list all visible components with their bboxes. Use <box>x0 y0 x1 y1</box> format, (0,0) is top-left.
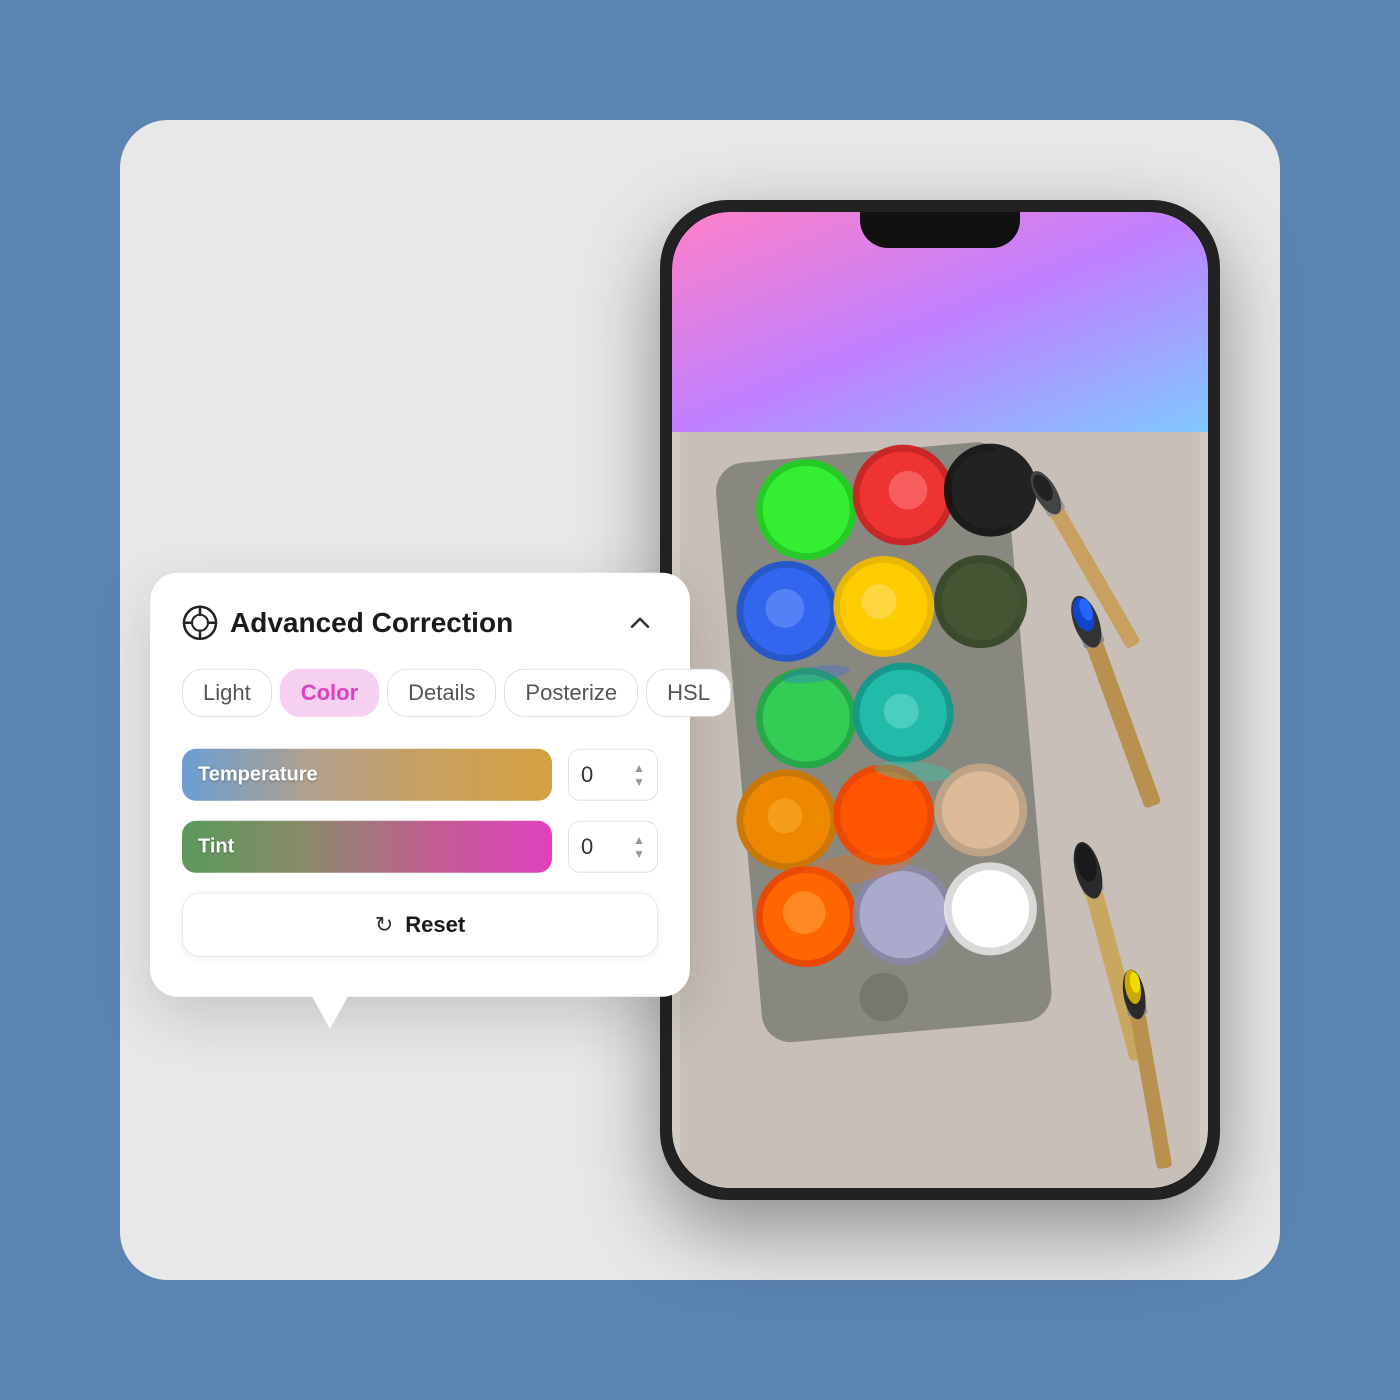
temperature-label: Temperature <box>198 763 318 786</box>
tab-light[interactable]: Light <box>182 669 272 717</box>
temperature-slider-row: Temperature 0 ▲ ▼ <box>182 749 658 801</box>
tab-posterize[interactable]: Posterize <box>504 669 638 717</box>
reset-button[interactable]: ↻ Reset <box>182 893 658 957</box>
phone-content <box>672 432 1208 1188</box>
tint-slider-row: Tint 0 ▲ ▼ <box>182 821 658 873</box>
correction-icon <box>182 605 218 641</box>
tint-value-box: 0 ▲ ▼ <box>568 821 658 873</box>
phone-mockup <box>660 200 1220 1200</box>
panel-title-group: Advanced Correction <box>182 605 513 641</box>
collapse-button[interactable] <box>622 605 658 641</box>
tab-hsl[interactable]: HSL <box>646 669 731 717</box>
tint-label: Tint <box>198 835 234 858</box>
tab-details[interactable]: Details <box>387 669 496 717</box>
correction-panel: Advanced Correction Light Color Details … <box>150 573 690 997</box>
panel-title: Advanced Correction <box>230 607 513 639</box>
tint-up-arrow[interactable]: ▲ <box>633 834 645 846</box>
tab-color[interactable]: Color <box>280 669 379 717</box>
temperature-slider-track[interactable]: Temperature <box>182 749 552 801</box>
temperature-up-arrow[interactable]: ▲ <box>633 762 645 774</box>
main-card: Advanced Correction Light Color Details … <box>120 120 1280 1280</box>
palette-image <box>672 432 1208 1188</box>
tint-value: 0 <box>581 834 593 860</box>
temperature-value: 0 <box>581 762 593 788</box>
temperature-value-box: 0 ▲ ▼ <box>568 749 658 801</box>
reset-icon: ↻ <box>375 912 393 938</box>
panel-header: Advanced Correction <box>182 605 658 641</box>
tint-stepper[interactable]: ▲ ▼ <box>633 834 645 860</box>
phone-screen <box>672 212 1208 1188</box>
phone-notch <box>860 212 1020 248</box>
tint-down-arrow[interactable]: ▼ <box>633 848 645 860</box>
tint-slider-track[interactable]: Tint <box>182 821 552 873</box>
temperature-stepper[interactable]: ▲ ▼ <box>633 762 645 788</box>
temperature-down-arrow[interactable]: ▼ <box>633 776 645 788</box>
reset-label: Reset <box>405 912 465 938</box>
tabs-container: Light Color Details Posterize HSL <box>182 669 658 717</box>
